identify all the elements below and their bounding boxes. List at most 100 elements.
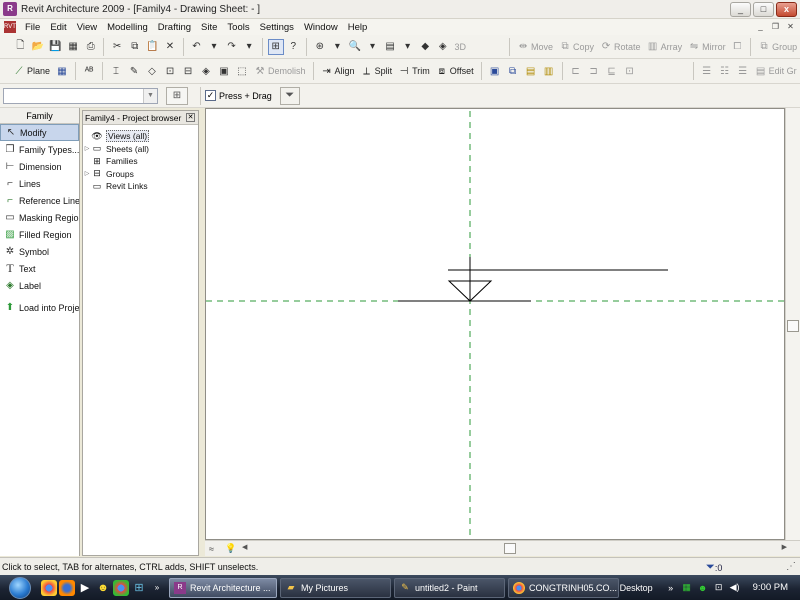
open-icon[interactable]: 📂 (30, 39, 46, 55)
task-paint[interactable]: ✎ untitled2 - Paint (394, 577, 505, 598)
cut-geometry-icon[interactable]: ◈ (198, 63, 214, 79)
mirror-button[interactable]: ⇋ Mirror (688, 41, 726, 53)
design-item-label[interactable]: ◈ Label (0, 277, 79, 294)
align-button[interactable]: ⇥ Align (321, 65, 354, 77)
doc-restore-button[interactable]: ❐ (769, 21, 782, 33)
resize-icon[interactable]: ⧠ (730, 39, 746, 55)
menu-site[interactable]: Site (196, 22, 222, 33)
network-icon[interactable]: ⊡ (713, 582, 725, 594)
design-item-modify[interactable]: ↖ Modify (0, 124, 79, 141)
messenger-tray-icon[interactable]: ☻ (697, 582, 709, 594)
menu-tools[interactable]: Tools (222, 22, 254, 33)
design-item-filled-region[interactable]: ▨ Filled Region (0, 226, 79, 243)
save-all-icon[interactable]: ▦ (65, 39, 81, 55)
revit-app-icon[interactable]: R (3, 2, 17, 16)
chevron-down-icon[interactable]: ▼ (143, 88, 157, 103)
copy-icon[interactable]: ⧉ (127, 39, 143, 55)
align-left-icon[interactable]: ⊏ (568, 63, 584, 79)
menu-drafting[interactable]: Drafting (153, 22, 196, 33)
dropdown-icon[interactable]: ▾ (330, 39, 346, 55)
list-add-icon[interactable]: ☰ (735, 63, 751, 79)
menu-help[interactable]: Help (343, 22, 373, 33)
expand-icon[interactable]: ▷ (83, 145, 91, 152)
undo-icon[interactable]: ↶ (189, 39, 205, 55)
menu-window[interactable]: Window (299, 22, 343, 33)
media-player-icon[interactable]: ▶ (77, 580, 93, 596)
design-item-lines[interactable]: ⌐ Lines (0, 175, 79, 192)
tree-item-sheets[interactable]: ▷ ▭ Sheets (all) (83, 143, 198, 156)
plane-button[interactable]: ⟋ Plane (13, 65, 51, 77)
lock-elements-icon[interactable]: ▣ (487, 63, 503, 79)
task-browser[interactable]: CONGTRINH05.CO... (508, 577, 619, 598)
vertical-scrollbar[interactable] (785, 108, 800, 540)
save-icon[interactable]: 💾 (48, 39, 64, 55)
paint-icon[interactable]: ✎ (126, 63, 142, 79)
expand-icon[interactable]: ▷ (83, 170, 91, 177)
align-right-icon[interactable]: ⊑ (604, 63, 620, 79)
zoom-dropdown-icon[interactable]: ▾ (365, 39, 381, 55)
print-icon[interactable]: ⎙ (83, 39, 99, 55)
task-revit[interactable]: R Revit Architecture ... (169, 577, 277, 598)
split-button[interactable]: ⟂ Split (361, 65, 392, 77)
press-drag-checkbox[interactable]: ✓ (205, 90, 216, 101)
scroll-right-icon[interactable]: ▶ (782, 543, 787, 551)
vertical-scroll-thumb[interactable] (787, 320, 799, 332)
split-face-icon[interactable]: ◇ (144, 63, 160, 79)
wall-joins-icon[interactable]: ⬚ (234, 63, 250, 79)
uncut-geometry-icon[interactable]: ▣ (216, 63, 232, 79)
tree-item-groups[interactable]: ▷ ⊟ Groups (83, 168, 198, 181)
firefox-icon[interactable] (59, 579, 75, 596)
show-more-icon[interactable]: » (149, 580, 165, 596)
close-icon[interactable]: ✕ (186, 113, 195, 122)
design-item-masking-region[interactable]: ▭ Masking Region (0, 209, 79, 226)
redo-icon[interactable]: ↷ (224, 39, 240, 55)
menu-settings[interactable]: Settings (255, 22, 299, 33)
menu-modelling[interactable]: Modelling (102, 22, 153, 33)
work-plane-icon[interactable]: ▦ (54, 63, 70, 79)
unjoin-icon[interactable]: ⊟ (180, 63, 196, 79)
design-item-symbol[interactable]: ✲ Symbol (0, 243, 79, 260)
rotate-button[interactable]: ⟳ Rotate (600, 41, 641, 53)
shading-icon[interactable]: ◆ (417, 39, 433, 55)
highlight-icon[interactable]: ▥ (541, 63, 557, 79)
scroll-left-icon[interactable]: ◀ (242, 543, 247, 551)
menu-edit[interactable]: Edit (45, 22, 71, 33)
tab-family[interactable]: Family (0, 108, 79, 124)
selection-filter[interactable]: ⏷ :0 (706, 561, 722, 574)
copy-clipboard-icon[interactable]: ⧉ (505, 63, 521, 79)
reveal-hidden-icon[interactable]: 💡 (225, 543, 237, 554)
measure-tool-icon[interactable]: ⊡ (622, 63, 638, 79)
zoom-icon[interactable]: 🔍 (347, 39, 363, 55)
delete-icon[interactable]: ✕ (162, 39, 178, 55)
design-item-load-into-project[interactable]: ⬆Load into Project (0, 299, 79, 316)
array-button[interactable]: ▥ Array (647, 41, 682, 53)
excel-icon[interactable]: ▦ (681, 582, 693, 594)
chrome-2-icon[interactable] (113, 579, 129, 596)
new-icon[interactable]: 🗋 (13, 39, 29, 55)
close-button[interactable]: x (776, 2, 797, 17)
copy-button[interactable]: ⧉ Copy (559, 41, 594, 53)
expand-icon[interactable]: » (665, 582, 677, 594)
measure-icon[interactable]: ⌶ (108, 63, 124, 79)
undo-dropdown-icon[interactable]: ▾ (206, 39, 222, 55)
start-button[interactable] (0, 575, 40, 600)
chrome-icon[interactable] (41, 579, 57, 596)
design-item-dimension[interactable]: ⊢ Dimension (0, 158, 79, 175)
move-button[interactable]: ⇹ Move (517, 41, 553, 53)
cut-icon[interactable]: ✂ (109, 39, 125, 55)
horizontal-scrollbar[interactable]: ◀ ▶ (242, 543, 787, 554)
type-selector[interactable]: ▼ (3, 87, 158, 104)
tree-item-revit-links[interactable]: ▭ Revit Links (83, 180, 198, 193)
edit-group-button[interactable]: ▤ Edit Gr (755, 65, 797, 77)
detail-level-icon[interactable]: ≈ (209, 544, 221, 554)
tree-item-families[interactable]: ⊞ Families (83, 155, 198, 168)
redo-dropdown-icon[interactable]: ▾ (241, 39, 257, 55)
design-item-family-types[interactable]: ❒ Family Types... (0, 141, 79, 158)
list-edit-icon[interactable]: ☷ (717, 63, 733, 79)
drawing-canvas[interactable] (205, 108, 785, 540)
group-button[interactable]: ⧉ Group (758, 41, 798, 53)
cube-3d-icon[interactable]: ◈ (435, 39, 451, 55)
properties-button[interactable]: ⊞ (166, 86, 188, 105)
whats-this-icon[interactable]: ? (286, 39, 302, 55)
horizontal-scroll-thumb[interactable] (504, 543, 516, 554)
